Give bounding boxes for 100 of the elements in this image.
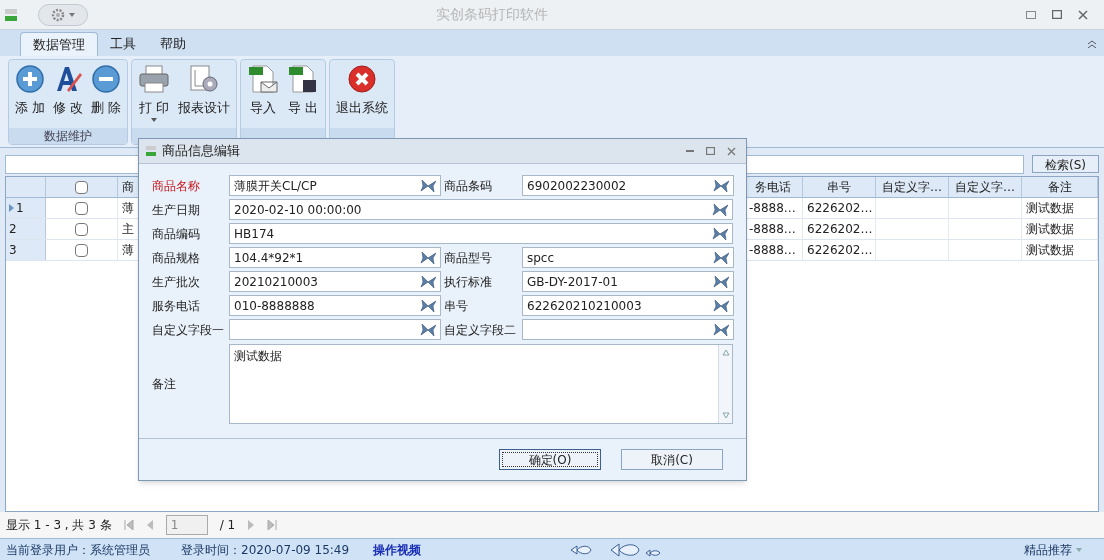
caret-icon xyxy=(1076,547,1082,552)
spreadsheet-envelope-icon xyxy=(247,64,280,94)
input-field[interactable]: GB-DY-2017-01 xyxy=(522,271,734,292)
ribbon-button[interactable]: 删 除 xyxy=(89,64,124,128)
ribbon-button[interactable]: 导入 xyxy=(245,64,282,128)
maximize-icon[interactable] xyxy=(1052,10,1062,19)
table-cell-text: -8888… xyxy=(749,242,796,259)
field-label: 串号 xyxy=(444,297,469,315)
butterfly-icon[interactable] xyxy=(420,274,436,289)
input-field[interactable]: 104.4*92*1 xyxy=(229,247,441,268)
window-title: 实创条码打印软件 xyxy=(435,5,549,24)
current-user: 当前登录用户：系统管理员 xyxy=(6,541,151,559)
app-icon xyxy=(145,145,157,157)
row-checkbox[interactable] xyxy=(75,222,88,236)
caret-icon xyxy=(151,117,158,122)
input-field[interactable]: spcc xyxy=(522,247,734,268)
close-icon[interactable] xyxy=(1078,9,1088,20)
row-header[interactable]: 2 xyxy=(6,219,46,239)
dialog-title: 商品信息编辑 xyxy=(162,142,241,161)
butterfly-icon[interactable] xyxy=(420,178,436,193)
input-field[interactable]: 2020-02-10 00:00:00 xyxy=(229,199,733,220)
input-field[interactable]: 010-8888888 xyxy=(229,295,441,316)
field-label: 服务电话 xyxy=(152,297,201,315)
field-label: 商品型号 xyxy=(444,249,493,267)
field-label: 商品条码 xyxy=(444,177,493,195)
maximize-icon[interactable] xyxy=(706,147,715,155)
caret-icon xyxy=(69,12,75,17)
ribbon-tab[interactable]: 工具 xyxy=(98,32,148,56)
record-summary: 显示 1 - 3 , 共 3 条 xyxy=(6,517,112,534)
ribbon-tab[interactable]: 帮助 xyxy=(148,32,198,56)
input-field[interactable]: 6902002230002 xyxy=(522,175,734,196)
butterfly-icon[interactable] xyxy=(420,322,436,337)
column-header[interactable]: 串号 xyxy=(803,177,876,197)
ribbon-tab[interactable]: 数据管理 xyxy=(20,32,98,56)
butterfly-icon[interactable] xyxy=(713,178,729,193)
ribbon-button[interactable]: 添 加 xyxy=(13,64,48,128)
column-header[interactable]: 自定义字… xyxy=(949,177,1022,197)
butterfly-icon[interactable] xyxy=(713,274,729,289)
field-label: 生产批次 xyxy=(152,273,201,291)
row-header[interactable]: 1 xyxy=(6,198,46,218)
minus-circle-icon xyxy=(91,64,122,94)
dialog-button[interactable]: 取消(C) xyxy=(621,449,723,470)
dialog-button[interactable]: 确定(O) xyxy=(499,449,601,470)
row-checkbox[interactable] xyxy=(75,201,88,215)
table-cell-text: 测试数据 xyxy=(1026,242,1074,259)
field-label: 自定义字段二 xyxy=(444,321,517,339)
field-label: 自定义字段一 xyxy=(152,321,225,339)
current-row-icon xyxy=(9,204,14,212)
field-label: 商品编码 xyxy=(152,225,201,243)
restore-icon[interactable] xyxy=(1026,10,1036,19)
input-field[interactable]: HB174 xyxy=(229,223,733,244)
group-label: 数据维护 xyxy=(44,128,93,145)
printer-icon xyxy=(138,64,171,94)
table-cell-text: 薄 xyxy=(122,200,134,217)
ribbon-button[interactable]: 修 改 xyxy=(51,64,86,128)
butterfly-icon[interactable] xyxy=(713,322,729,337)
input-field[interactable]: 622620210210003 xyxy=(522,295,734,316)
butterfly-icon[interactable] xyxy=(712,202,728,217)
butterfly-icon[interactable] xyxy=(712,226,728,241)
login-time: 登录时间：2020-07-09 15:49 xyxy=(181,541,351,559)
ribbon-button[interactable]: 报表设计 xyxy=(176,64,233,128)
table-cell-text: 测试数据 xyxy=(1026,221,1074,238)
butterfly-icon[interactable] xyxy=(713,298,729,313)
plus-circle-icon xyxy=(15,64,46,94)
table-cell-text: 主 xyxy=(122,221,134,238)
field-label: 商品规格 xyxy=(152,249,201,267)
input-field[interactable] xyxy=(522,319,734,340)
butterfly-icon[interactable] xyxy=(420,298,436,313)
page-total: / 1 xyxy=(219,517,236,534)
video-link[interactable]: 操作视频 xyxy=(373,540,421,559)
column-header[interactable]: 备注 xyxy=(1022,177,1098,197)
gear-icon xyxy=(51,7,65,22)
row-header[interactable]: 3 xyxy=(6,240,46,260)
close-icon[interactable] xyxy=(727,146,736,156)
row-checkbox[interactable] xyxy=(75,243,88,257)
butterfly-icon[interactable] xyxy=(713,250,729,265)
table-cell-text: 测试数据 xyxy=(1026,200,1074,217)
select-all-checkbox[interactable] xyxy=(75,180,88,194)
ribbon-button[interactable]: 导 出 xyxy=(285,64,322,128)
notes-field[interactable]: 测试数据 xyxy=(229,344,733,424)
collapse-icon[interactable] xyxy=(1088,40,1096,48)
input-field[interactable] xyxy=(229,319,441,340)
settings-button[interactable] xyxy=(38,3,88,26)
table-cell-text: 6226202… xyxy=(807,242,873,259)
ribbon-button[interactable]: 退出系统 xyxy=(334,64,391,128)
input-field[interactable]: 20210210003 xyxy=(229,271,441,292)
document-gear-icon xyxy=(188,64,221,94)
table-cell-text: 6226202… xyxy=(807,221,873,238)
recommend-menu[interactable]: 精品推荐 xyxy=(1024,540,1072,559)
table-cell-text: 6226202… xyxy=(807,200,873,217)
table-cell-text: 薄 xyxy=(122,242,134,259)
table-cell-text: -8888… xyxy=(749,221,796,238)
column-header[interactable]: 自定义字… xyxy=(876,177,949,197)
app-icon xyxy=(4,7,18,22)
ribbon-button[interactable]: 打 印 xyxy=(136,64,173,128)
close-circle-icon xyxy=(347,64,378,94)
field-label: 商品名称 xyxy=(152,177,201,195)
input-field[interactable]: 薄膜开关CL/CP xyxy=(229,175,441,196)
search-button[interactable]: 检索(S) xyxy=(1032,155,1099,173)
butterfly-icon[interactable] xyxy=(420,250,436,265)
